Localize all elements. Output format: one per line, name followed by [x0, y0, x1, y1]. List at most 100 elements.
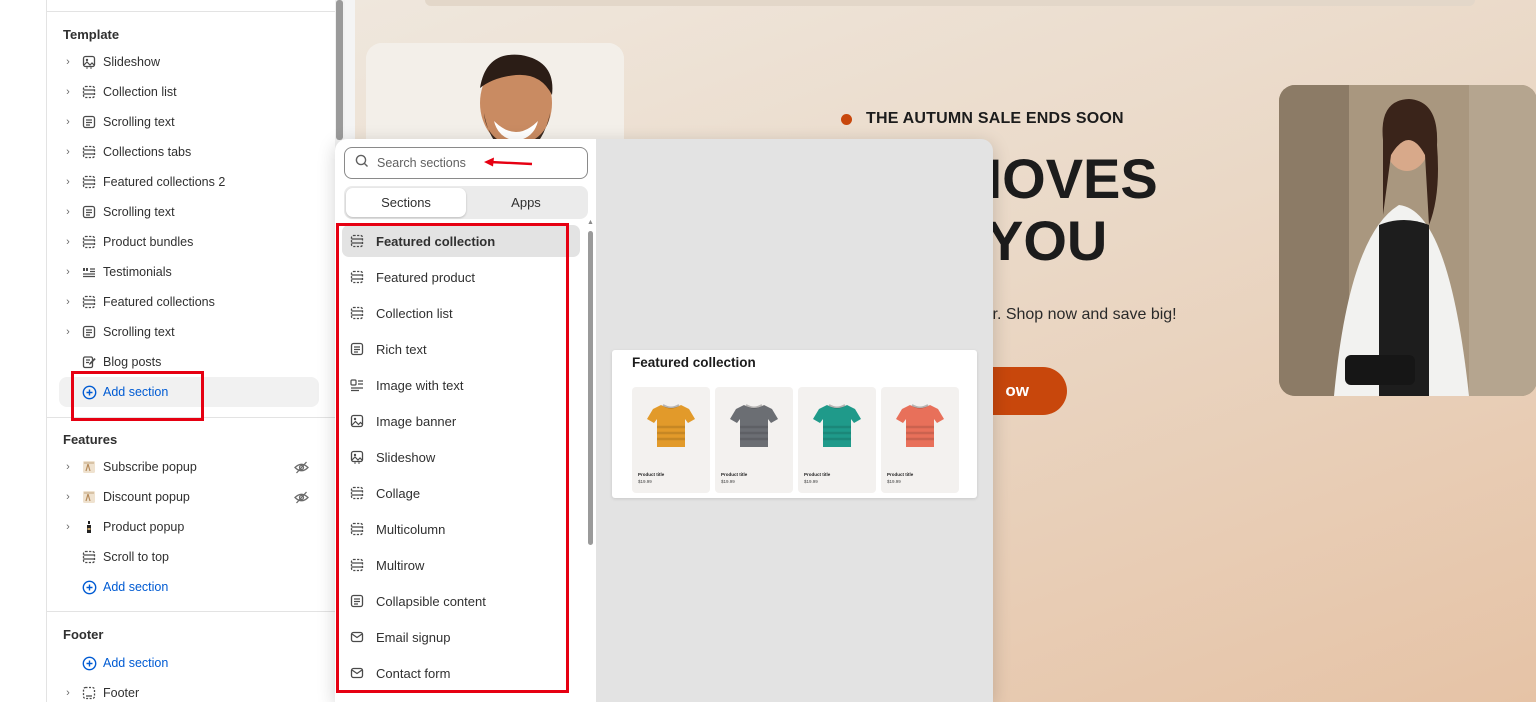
- chevron-right-icon[interactable]: ›: [59, 461, 77, 473]
- search-icon: [355, 154, 369, 173]
- sidebar-item-label: Collection list: [103, 85, 177, 99]
- tshirt-icon: [896, 404, 944, 447]
- add-section-label: Add section: [103, 656, 169, 670]
- text-icon: [77, 325, 101, 339]
- chevron-right-icon[interactable]: ›: [59, 146, 77, 158]
- features-add-section-button[interactable]: Add section: [59, 572, 319, 602]
- sidebar-item-label: Footer: [103, 686, 140, 700]
- preview-card-title: Featured collection: [632, 355, 756, 370]
- hidden-eye-icon[interactable]: [294, 460, 309, 478]
- sale-text: THE AUTUMN SALE ENDS SOON: [866, 110, 1124, 127]
- sidebar-item-product-popup[interactable]: › Product popup: [59, 512, 319, 542]
- sidebar-item-label: Collections tabs: [103, 145, 192, 159]
- sidebar-item-label: Subscribe popup: [103, 460, 197, 474]
- product-title: Product title: [721, 472, 748, 477]
- app-nav-strip: [0, 0, 47, 702]
- featured-collection-preview: Featured collection Product title $19.99 P…: [612, 350, 977, 498]
- chevron-right-icon[interactable]: ›: [59, 491, 77, 503]
- highlight-box-add-section: [71, 371, 204, 421]
- chevron-right-icon[interactable]: ›: [59, 56, 77, 68]
- sidebar-item-scrolling-text[interactable]: › Scrolling text: [59, 107, 319, 137]
- chevron-right-icon[interactable]: ›: [59, 521, 77, 533]
- divider: [47, 611, 335, 612]
- section-icon: [77, 295, 101, 309]
- tshirt-icon: [813, 404, 861, 447]
- sidebar-item-subscribe-popup[interactable]: › Subscribe popup: [59, 452, 319, 482]
- section-icon: [77, 235, 101, 249]
- footer-group-title: Footer: [63, 627, 104, 642]
- product-card: Product title $19.99: [881, 387, 959, 493]
- popup-thumb-icon: [77, 460, 101, 474]
- sidebar-item-scrolling-text[interactable]: › Scrolling text: [59, 197, 319, 227]
- chevron-right-icon[interactable]: ›: [59, 86, 77, 98]
- tab-apps[interactable]: Apps: [466, 188, 586, 217]
- sidebar-item-collections-tabs[interactable]: › Collections tabs: [59, 137, 319, 167]
- section-list-scrollbar[interactable]: ▲: [587, 219, 594, 553]
- sidebar-item-testimonials[interactable]: › Testimonials: [59, 257, 319, 287]
- sidebar-item-label: Discount popup: [103, 490, 190, 504]
- footer-icon: [77, 686, 101, 700]
- chevron-right-icon[interactable]: ›: [59, 326, 77, 338]
- sidebar-item-featured-collections[interactable]: › Featured collections: [59, 287, 319, 317]
- sidebar-item-scrolling-text[interactable]: › Scrolling text: [59, 317, 319, 347]
- sidebar-item-featured-collections-2[interactable]: › Featured collections 2: [59, 167, 319, 197]
- sidebar-item-slideshow[interactable]: › Slideshow: [59, 47, 319, 77]
- plus-circle-icon: [77, 656, 101, 671]
- highlight-box-section-list: [336, 223, 569, 693]
- sidebar-item-collection-list[interactable]: › Collection list: [59, 77, 319, 107]
- template-group-title: Template: [63, 27, 120, 42]
- sidebar-item-footer[interactable]: › Footer: [59, 678, 319, 702]
- section-icon: [77, 145, 101, 159]
- sale-announcement: THE AUTUMN SALE ENDS SOON: [841, 110, 1124, 128]
- sidebar-item-label: Scrolling text: [103, 325, 175, 339]
- chevron-right-icon[interactable]: ›: [59, 176, 77, 188]
- sidebar-item-label: Product bundles: [103, 235, 194, 249]
- chevron-right-icon[interactable]: ›: [59, 296, 77, 308]
- sale-dot-icon: [841, 113, 852, 125]
- sidebar-item-label: Scrolling text: [103, 115, 175, 129]
- section-picker: Sections Apps Featured collectionFeature…: [335, 139, 596, 702]
- product-price: $19.99: [638, 479, 652, 484]
- product-card: Product title $19.99: [632, 387, 710, 493]
- product-card: Product title $19.99: [798, 387, 876, 493]
- add-section-popover: Sections Apps Featured collectionFeature…: [335, 139, 993, 702]
- sidebar-item-product-bundles[interactable]: › Product bundles: [59, 227, 319, 257]
- footer-add-section-button[interactable]: Add section: [59, 648, 319, 678]
- text-icon: [77, 115, 101, 129]
- sidebar-item-label: Slideshow: [103, 55, 160, 69]
- sections-sidebar: Template › Slideshow › Collection list › Scro…: [47, 0, 335, 702]
- sidebar-item-discount-popup[interactable]: › Discount popup: [59, 482, 319, 512]
- sidebar-item-label: Testimonials: [103, 265, 172, 279]
- product-price: $19.99: [887, 479, 901, 484]
- sidebar-item-label: Blog posts: [103, 355, 162, 369]
- blog-icon: [77, 355, 101, 369]
- tshirt-icon: [647, 404, 695, 447]
- chevron-right-icon[interactable]: ›: [59, 236, 77, 248]
- product-card: Product title $19.99: [715, 387, 793, 493]
- section-tabs: Sections Apps: [344, 186, 588, 219]
- slideshow-icon: [77, 55, 101, 69]
- divider: [47, 11, 335, 12]
- hero-image-woman: [1279, 85, 1536, 396]
- header-bar: [425, 0, 1475, 6]
- chevron-right-icon[interactable]: ›: [59, 266, 77, 278]
- search-input[interactable]: [377, 156, 567, 170]
- search-field[interactable]: [344, 147, 588, 179]
- tab-sections[interactable]: Sections: [346, 188, 466, 217]
- hero-subtext: ffer. Shop now and save big!: [975, 306, 1177, 323]
- product-title: Product title: [804, 472, 831, 477]
- product-title: Product title: [638, 472, 665, 477]
- section-icon: [77, 550, 101, 564]
- chevron-right-icon[interactable]: ›: [59, 206, 77, 218]
- sidebar-item-label: Product popup: [103, 520, 185, 534]
- sidebar-item-label: Scroll to top: [103, 550, 170, 564]
- hidden-eye-icon[interactable]: [294, 490, 309, 508]
- features-group-title: Features: [63, 432, 118, 447]
- testimonials-icon: [77, 265, 101, 279]
- plus-circle-icon: [77, 580, 101, 595]
- sidebar-item-label: Featured collections: [103, 295, 215, 309]
- sidebar-item-scroll-to-top[interactable]: Scroll to top: [59, 542, 319, 572]
- chevron-right-icon[interactable]: ›: [59, 116, 77, 128]
- chevron-right-icon[interactable]: ›: [59, 687, 77, 699]
- product-title: Product title: [887, 472, 914, 477]
